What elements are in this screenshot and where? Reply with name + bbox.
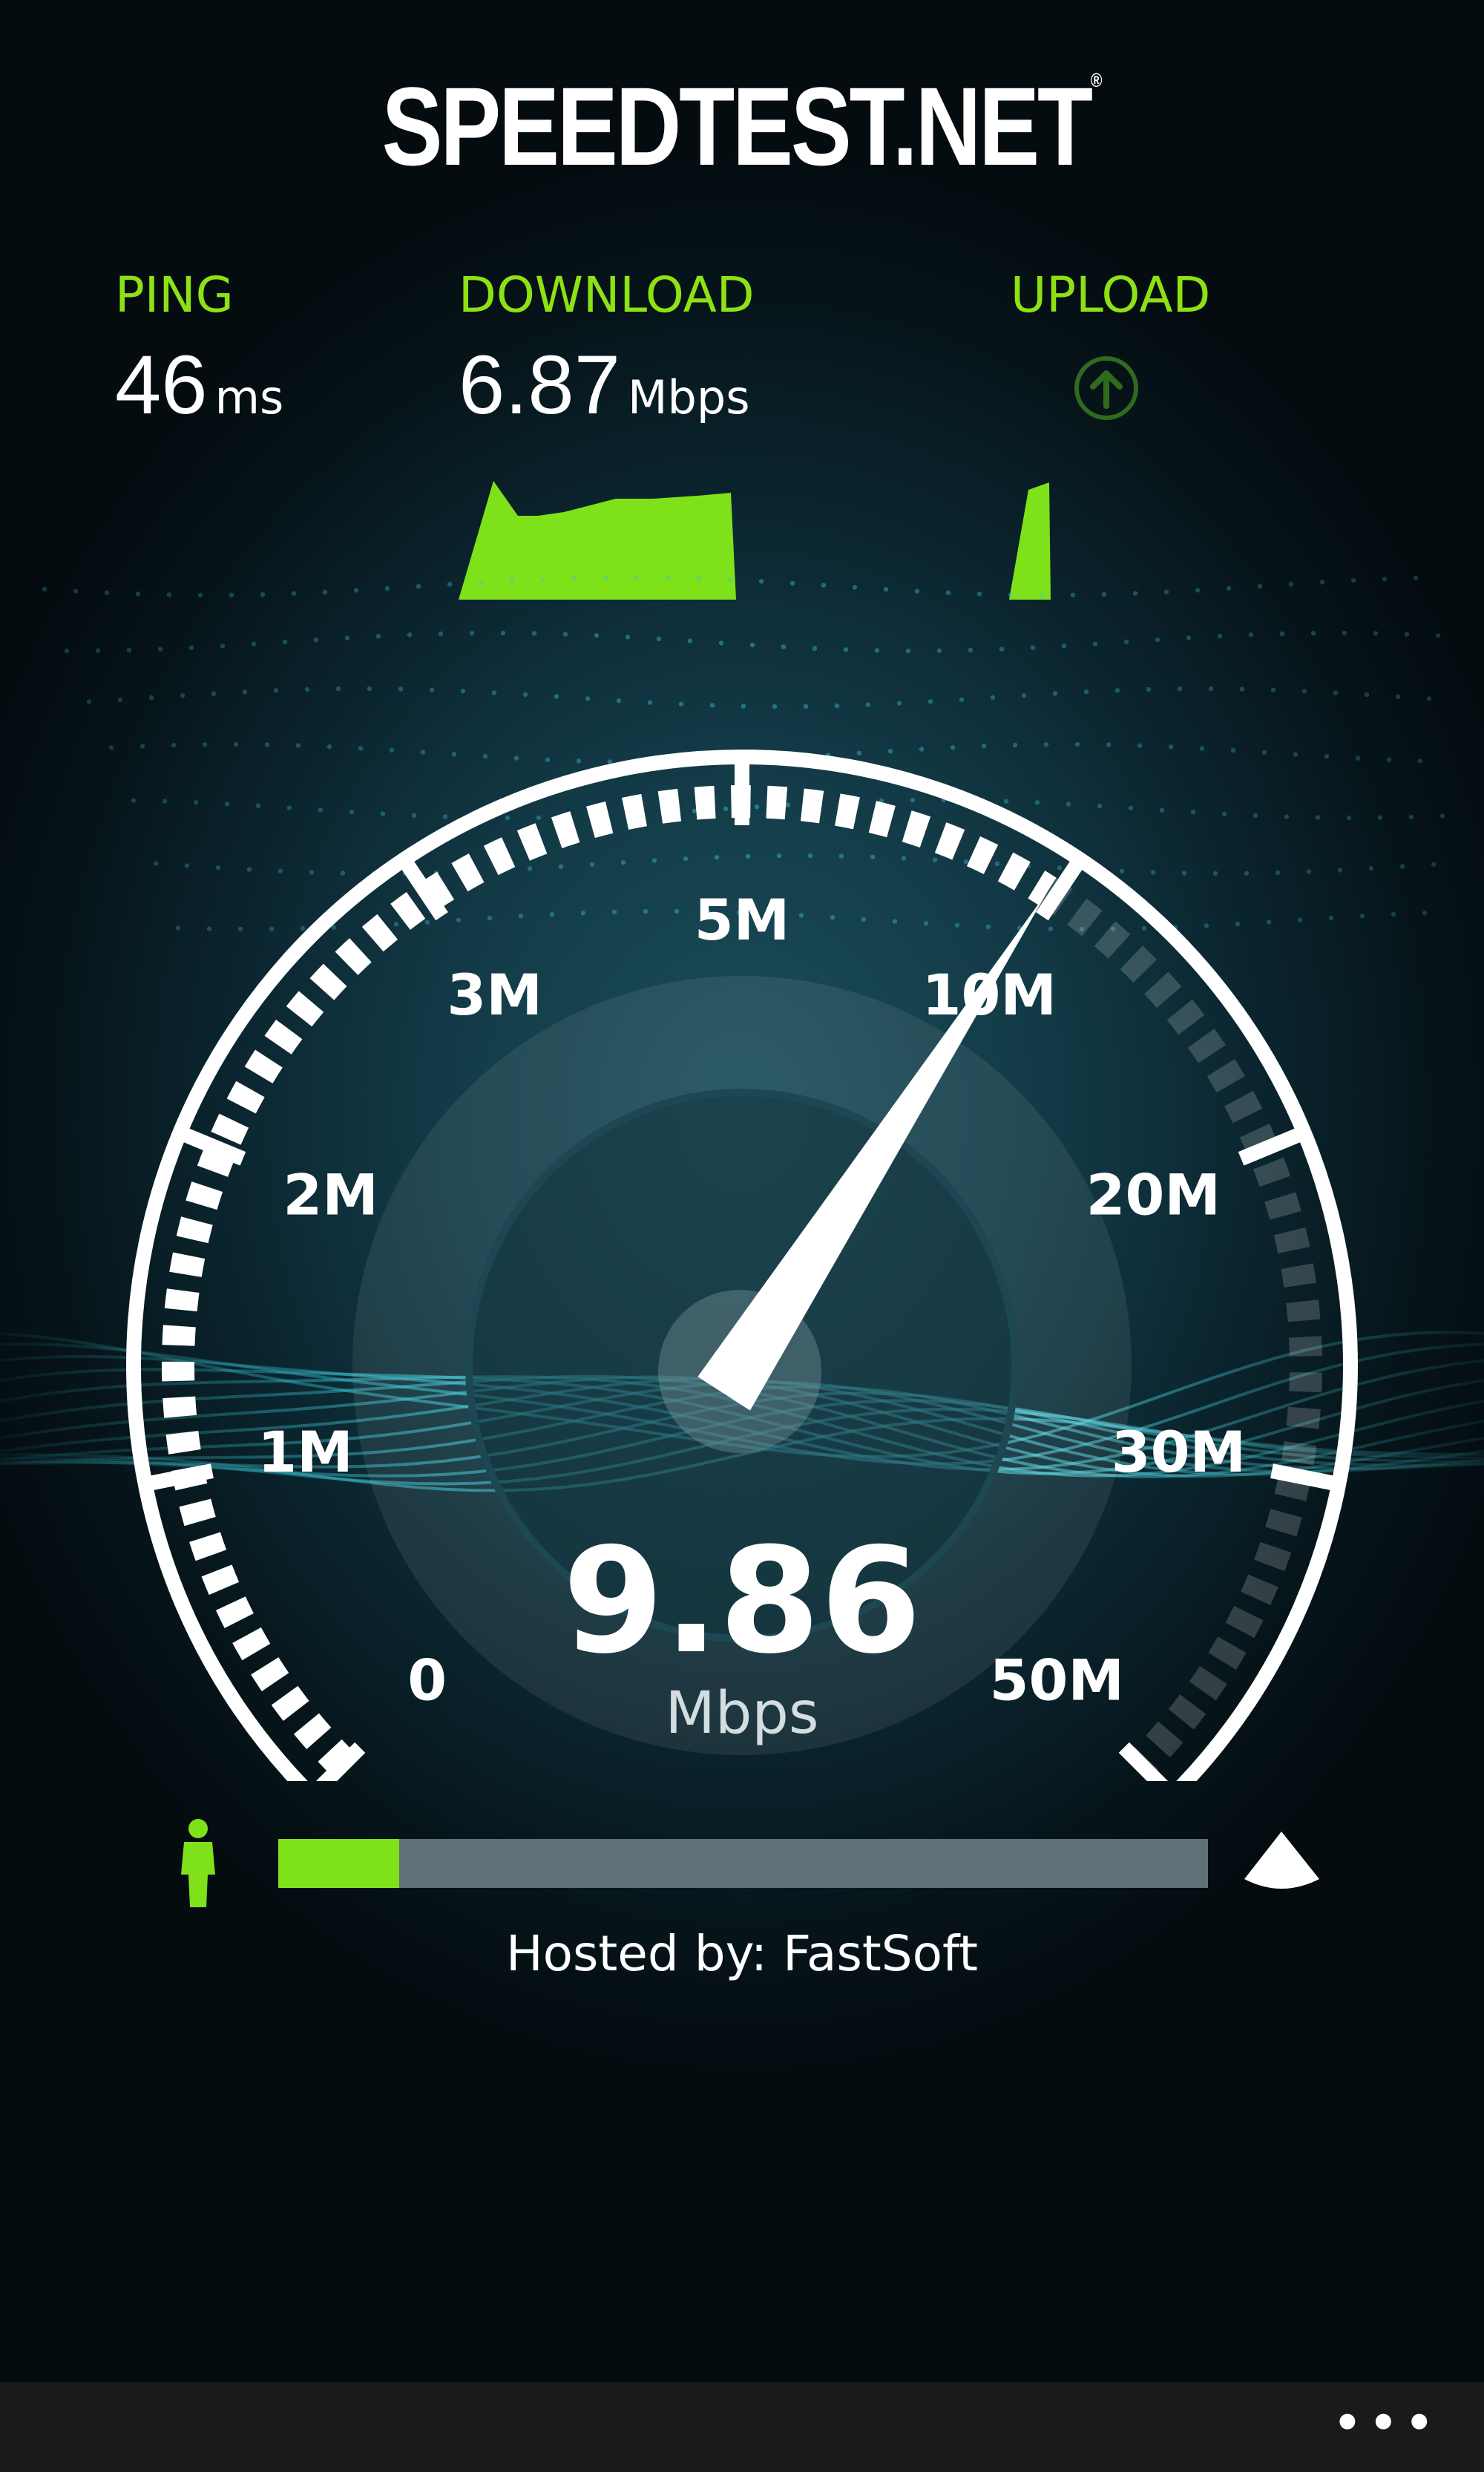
gauge-tick-label: 10M xyxy=(922,962,1057,1028)
gauge-tick-label: 1M xyxy=(257,1419,353,1485)
test-progress-fill xyxy=(278,1839,399,1888)
more-icon[interactable]: ••• xyxy=(1306,2382,1439,2472)
speed-gauge: 01M2M3M5M10M20M30M50M xyxy=(126,750,1358,1781)
gauge-tick-label: 20M xyxy=(1086,1161,1221,1227)
hosted-by-text: Hosted by: FastSoft xyxy=(506,1925,978,1982)
gauge-tick-label: 5M xyxy=(695,887,790,953)
gauge-tick-label: 3M xyxy=(447,962,542,1028)
current-speed-unit: Mbps xyxy=(665,1680,819,1747)
gauge-tick-label: 2M xyxy=(283,1161,378,1227)
server-icon[interactable] xyxy=(1239,1827,1324,1894)
gauge-tick-label: 30M xyxy=(1112,1419,1246,1485)
app-bar: ••• xyxy=(0,2382,1484,2472)
person-icon xyxy=(181,1819,215,1907)
current-speed-value: 9.86 xyxy=(562,1517,922,1686)
speedtest-screen: SPEEDTEST.NET® PING 46 ms DOWNLOAD 6.87 Mb… xyxy=(0,0,1484,2382)
test-progress-bar xyxy=(278,1839,1208,1888)
